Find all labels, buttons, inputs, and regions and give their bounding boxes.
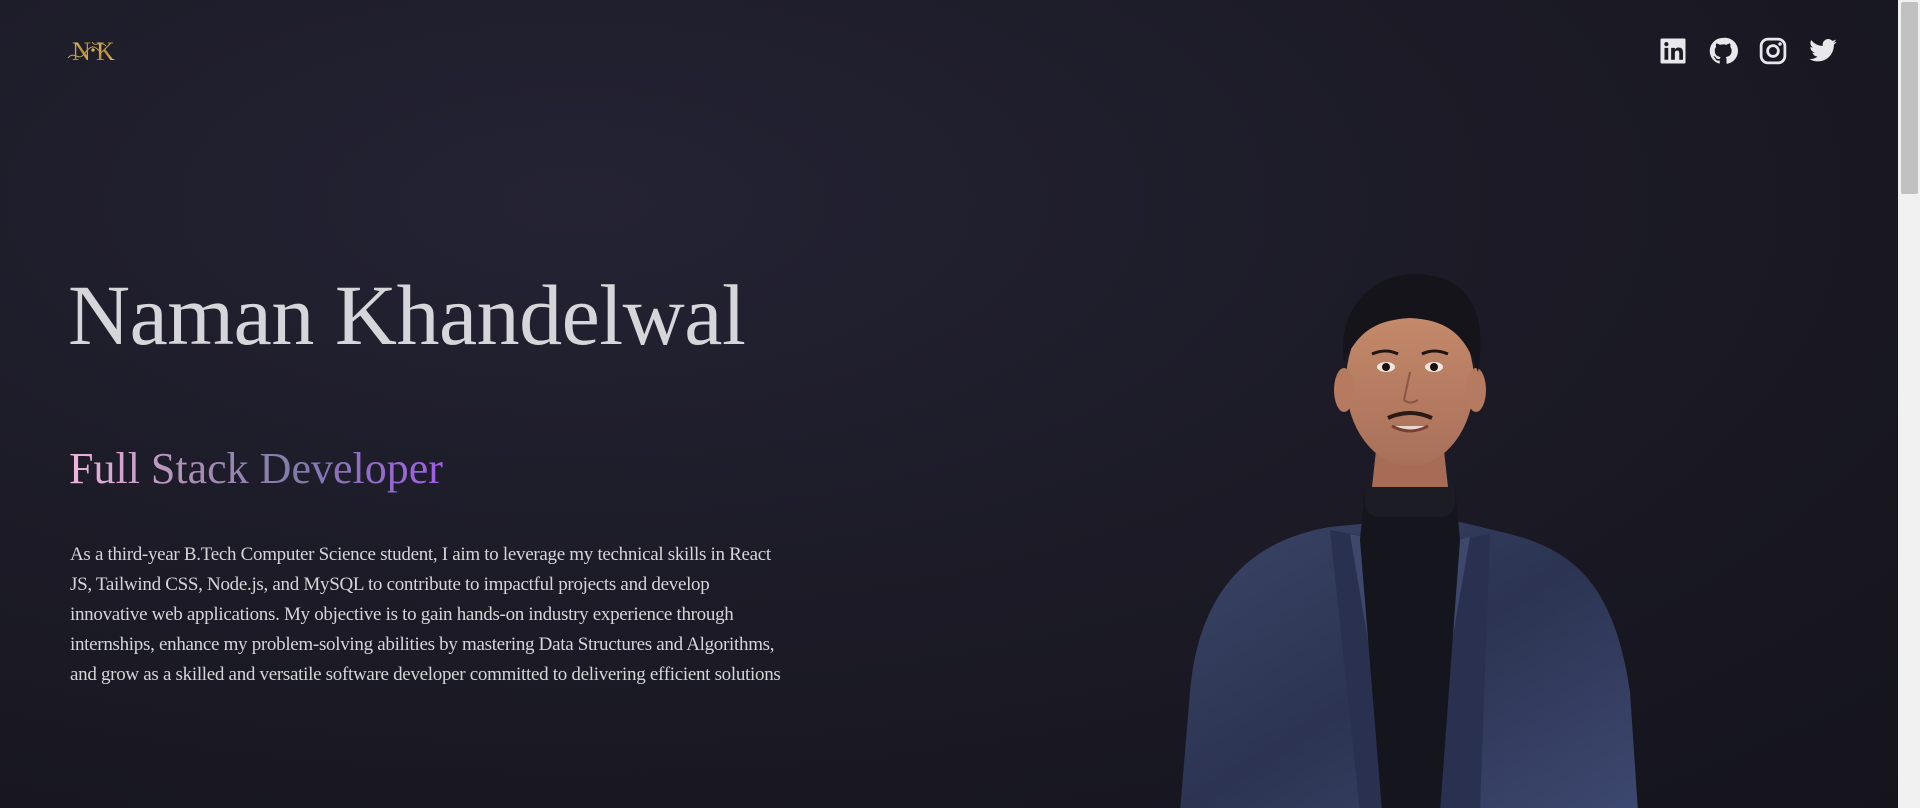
page: N K Naman Khandelwal Full Stack Develope… [0, 0, 1898, 808]
hero-role: Full Stack Developer [69, 444, 443, 493]
instagram-icon[interactable] [1758, 36, 1788, 66]
svg-text:K: K [96, 37, 115, 66]
hero-name: Naman Khandelwal [68, 267, 746, 363]
page-scrollbar[interactable] [1898, 0, 1920, 808]
hero-bio: As a third-year B.Tech Computer Science … [70, 544, 781, 685]
social-links [1658, 36, 1838, 66]
twitter-icon[interactable] [1808, 36, 1838, 66]
svg-text:N: N [72, 37, 91, 66]
scrollbar-thumb[interactable] [1901, 2, 1918, 194]
github-icon[interactable] [1708, 36, 1738, 66]
profile-photo [1160, 272, 1640, 808]
linkedin-icon[interactable] [1658, 36, 1688, 66]
nk-monogram-logo: N K [67, 37, 115, 66]
site-logo[interactable]: N K [66, 36, 128, 66]
